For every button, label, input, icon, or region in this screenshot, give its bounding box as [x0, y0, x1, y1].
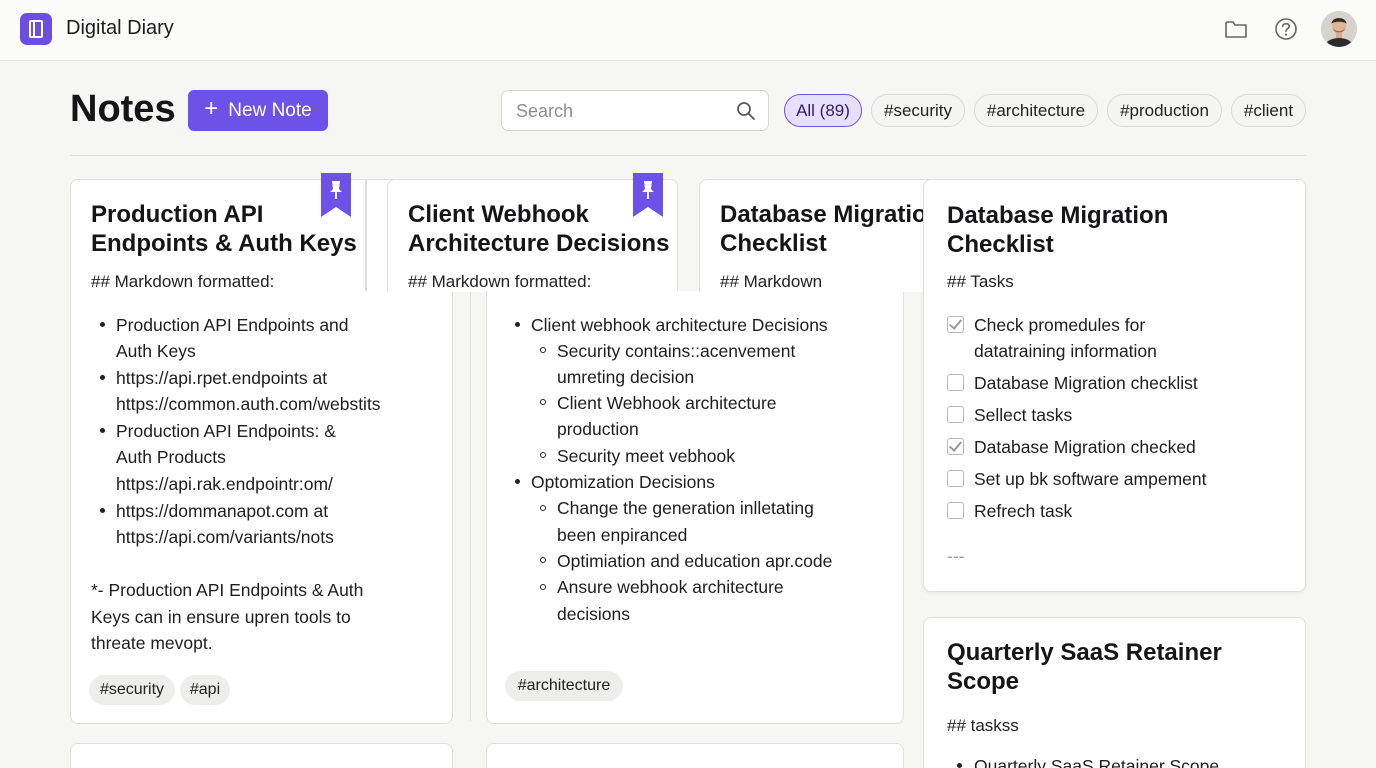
task-label: Refrech task	[974, 501, 1073, 521]
task-label: Sellect tasks	[974, 405, 1073, 425]
task-checkbox[interactable]	[947, 438, 964, 455]
folder-icon[interactable]	[1223, 16, 1249, 42]
note-subtitle: ## Markdown formatted:	[91, 272, 275, 291]
list-bullet	[957, 763, 962, 768]
top-bar: Digital Diary	[0, 0, 1376, 61]
task-label: Database Migration checklist	[974, 373, 1198, 393]
sub-bullet	[540, 505, 546, 511]
bookmark-pin-icon[interactable]	[321, 173, 351, 217]
help-icon[interactable]	[1273, 16, 1299, 42]
plus-icon: +	[204, 95, 219, 122]
markdown-separator: ---	[947, 546, 965, 566]
filter-chip-all[interactable]: All (89)	[784, 94, 862, 127]
new-note-button[interactable]: + New Note	[188, 90, 328, 131]
search-icon[interactable]	[736, 101, 756, 121]
task-label: Database Migration checked	[974, 437, 1196, 457]
task-checkbox[interactable]	[947, 406, 964, 423]
list-bullet	[100, 508, 105, 513]
note-tag[interactable]: #api	[180, 675, 230, 705]
note-card[interactable]	[70, 743, 453, 768]
filter-chip-client[interactable]: #client	[1231, 94, 1306, 127]
list-bullet	[100, 375, 105, 380]
note-line: Security meet vebhook	[557, 446, 736, 466]
note-line: Client webhook architecture Decisions	[531, 315, 828, 335]
note-subtitle: ## taskss	[947, 716, 1019, 735]
list-bullet	[515, 322, 520, 327]
note-line: Optimiation and education apr.code	[557, 551, 833, 571]
note-line: *- Production API Endpoints & Auth	[91, 580, 364, 600]
bookmark-pin-icon[interactable]	[633, 173, 663, 217]
note-line: https://api.com/variants/nots	[116, 527, 334, 547]
page-title: Notes	[70, 88, 176, 130]
note-line: Client Webhook architecture	[557, 393, 777, 413]
note-line: Auth Keys	[116, 341, 196, 361]
column-divider	[470, 291, 471, 721]
note-line: Production API Endpoints: &	[116, 421, 336, 441]
note-line: Change the generation inlletating	[557, 498, 814, 518]
note-line: https://dommanapot.com at	[116, 501, 329, 521]
note-title: Quarterly SaaS Retainer Scope	[947, 639, 1222, 695]
note-tag[interactable]: #security	[89, 675, 175, 705]
task-label: datatraining information	[974, 341, 1157, 361]
note-line: https://common.auth.com/webstits	[116, 394, 381, 414]
note-title: Production API Endpoints & Auth Keys	[91, 201, 357, 257]
note-line: Ansure webhook architecture	[557, 577, 784, 597]
note-title: Database Migration Checklist	[720, 201, 942, 257]
note-title: Client Webhook Architecture Decisions	[408, 201, 670, 257]
filter-chip-security[interactable]: #security	[871, 94, 965, 127]
list-bullet	[100, 428, 105, 433]
sub-bullet	[540, 399, 546, 405]
new-note-label: New Note	[228, 99, 312, 121]
search-input[interactable]	[516, 100, 726, 122]
note-tag[interactable]: #architecture	[505, 671, 623, 701]
search-box	[501, 90, 769, 131]
note-subtitle: ## Tasks	[947, 272, 1014, 291]
note-line: been enpiranced	[557, 525, 688, 545]
note-line: umreting decision	[557, 367, 695, 387]
note-subtitle: ## Markdown	[720, 272, 823, 291]
avatar[interactable]	[1321, 11, 1357, 47]
sub-bullet	[540, 452, 546, 458]
card-overlap-edge	[365, 179, 367, 291]
filter-chip-architecture[interactable]: #architecture	[974, 94, 1098, 127]
note-line: Keys can in ensure upren tools to	[91, 607, 351, 627]
note-line: threate mevopt.	[91, 633, 213, 653]
note-line: Quarterly SaaS Retainer Scope	[974, 756, 1220, 768]
sub-bullet	[540, 347, 546, 353]
note-subtitle: ## Markdown formatted:	[408, 272, 592, 291]
list-bullet	[515, 479, 520, 484]
app-title: Digital Diary	[66, 17, 174, 39]
note-line: Security contains::acenvement	[557, 341, 796, 361]
note-line: Optomization Decisions	[531, 472, 715, 492]
header-divider	[70, 155, 1306, 156]
sub-bullet	[540, 584, 546, 590]
task-checkbox[interactable]	[947, 502, 964, 519]
note-line: Production API Endpoints and	[116, 315, 349, 335]
task-label: Set up bk software ampement	[974, 469, 1207, 489]
task-checkbox[interactable]	[947, 316, 964, 333]
note-line: https://api.rak.endpointr:om/	[116, 474, 333, 494]
note-card[interactable]	[486, 743, 904, 768]
filter-chip-production[interactable]: #production	[1107, 94, 1222, 127]
note-line: production	[557, 419, 639, 439]
note-line: https://api.rpet.endpoints at	[116, 368, 328, 388]
sub-bullet	[540, 557, 546, 563]
diary-logo-icon[interactable]	[20, 13, 52, 45]
note-line: Auth Products	[116, 447, 226, 467]
task-checkbox[interactable]	[947, 374, 964, 391]
note-title: Database Migration Checklist	[947, 202, 1169, 258]
task-checkbox[interactable]	[947, 470, 964, 487]
list-bullet	[100, 322, 105, 327]
note-line: decisions	[557, 604, 630, 624]
task-label: Check promedules for	[974, 315, 1146, 335]
